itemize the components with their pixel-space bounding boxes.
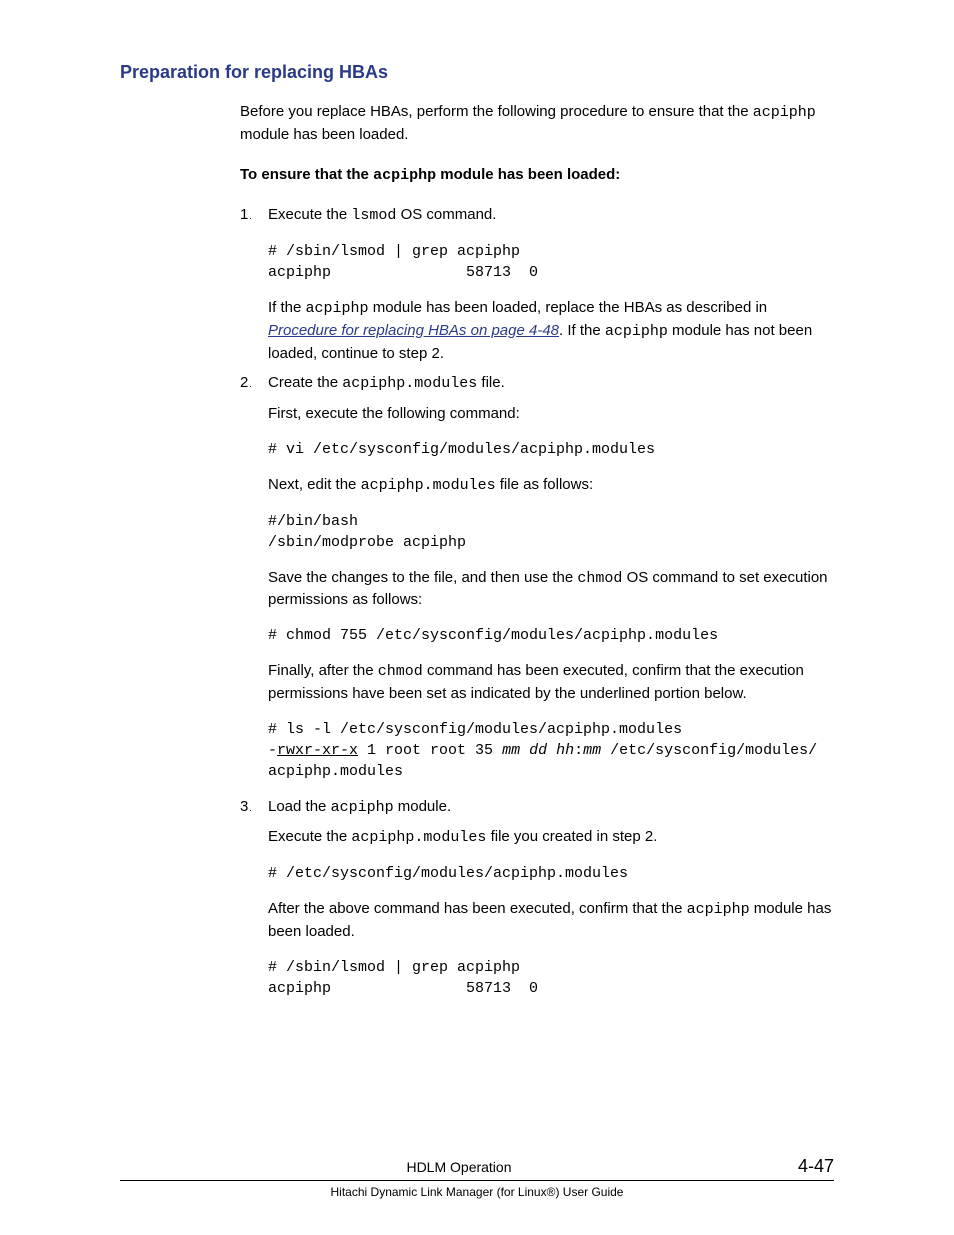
lsmod-code: lsmod: [351, 207, 396, 224]
acpiphp-code: acpiphp: [605, 323, 668, 340]
footer-center-title: HDLM Operation: [120, 1159, 798, 1175]
acpiphp-code: acpiphp: [331, 799, 394, 816]
ls-rest: /etc/sysconfig/modules/: [601, 742, 817, 759]
footer-line1: HDLM Operation 4-47: [120, 1156, 834, 1181]
step-number: 2: [240, 372, 252, 394]
content-block: Before you replace HBAs, perform the fol…: [120, 101, 834, 999]
sub-heading-post: module has been loaded:: [436, 166, 620, 183]
text: Execute the acpiphp.modules file you cre…: [268, 826, 834, 849]
ls-line3: acpiphp.modules: [268, 763, 403, 780]
text: Load the: [268, 798, 331, 815]
text: file.: [477, 374, 505, 391]
code-block: #/bin/bash /sbin/modprobe acpiphp: [268, 511, 834, 553]
modules-code: acpiphp.modules: [351, 829, 486, 846]
chmod-code: chmod: [378, 663, 423, 680]
text: Finally, after the chmod command has bee…: [268, 660, 834, 705]
text: file as follows:: [496, 476, 594, 493]
code-block: # /sbin/lsmod | grep acpiphp acpiphp 587…: [268, 957, 834, 999]
acpiphp-code: acpiphp: [687, 901, 750, 918]
text: OS command.: [396, 206, 496, 223]
acpiphp-code: acpiphp: [373, 167, 436, 184]
text: module has been loaded, replace the HBAs…: [369, 299, 768, 316]
text: Execute the: [268, 206, 351, 223]
step-number: 3: [240, 796, 252, 818]
text: Finally, after the: [268, 662, 378, 679]
chmod-code: chmod: [577, 570, 622, 587]
step-after: If the acpiphp module has been loaded, r…: [268, 297, 834, 364]
text: Save the changes to the file, and then u…: [268, 567, 834, 612]
step-1: 1 Execute the lsmod OS command. # /sbin/…: [240, 204, 834, 364]
footer-subtitle: Hitachi Dynamic Link Manager (for Linux®…: [120, 1181, 834, 1199]
step-3: 3 Load the acpiphp module. Execute the a…: [240, 796, 834, 999]
ls-date2: mm: [583, 742, 601, 759]
ls-line1: # ls -l /etc/sysconfig/modules/acpiphp.m…: [268, 721, 682, 738]
step-line: Execute the lsmod OS command.: [268, 204, 834, 227]
acpiphp-code: acpiphp: [306, 300, 369, 317]
steps-list: 1 Execute the lsmod OS command. # /sbin/…: [240, 204, 834, 998]
code-block: # vi /etc/sysconfig/modules/acpiphp.modu…: [268, 439, 834, 460]
text: . If the: [559, 322, 605, 339]
step-line: Create the acpiphp.modules file.: [268, 372, 834, 395]
code-block: # chmod 755 /etc/sysconfig/modules/acpip…: [268, 625, 834, 646]
text: Next, edit the acpiphp.modules file as f…: [268, 474, 834, 497]
text: Save the changes to the file, and then u…: [268, 569, 577, 586]
text: module.: [394, 798, 452, 815]
sub-heading: To ensure that the acpiphp module has be…: [240, 164, 834, 187]
intro-paragraph: Before you replace HBAs, perform the fol…: [240, 101, 834, 146]
footer-page-number: 4-47: [798, 1156, 834, 1177]
text: If the: [268, 299, 306, 316]
step-line: Load the acpiphp module.: [268, 796, 834, 819]
text: After the above command has been execute…: [268, 898, 834, 943]
ls-colon: :: [574, 742, 583, 759]
text: Create the: [268, 374, 342, 391]
sub-heading-pre: To ensure that the: [240, 166, 373, 183]
modules-code: acpiphp.modules: [342, 375, 477, 392]
ls-permissions: rwxr-xr-x: [277, 742, 358, 759]
text: Execute the: [268, 828, 351, 845]
intro-text-post: module has been loaded.: [240, 126, 408, 143]
modules-code: acpiphp.modules: [361, 477, 496, 494]
intro-text-pre: Before you replace HBAs, perform the fol…: [240, 103, 753, 120]
ls-mid: 1 root root 35: [358, 742, 502, 759]
text: After the above command has been execute…: [268, 900, 687, 917]
step-2: 2 Create the acpiphp.modules file. First…: [240, 372, 834, 781]
ls-dash: -: [268, 742, 277, 759]
cross-ref-link[interactable]: Procedure for replacing HBAs on page 4-4…: [268, 322, 559, 339]
code-block: # /etc/sysconfig/modules/acpiphp.modules: [268, 863, 834, 884]
text: Next, edit the: [268, 476, 361, 493]
step-number: 1: [240, 204, 252, 226]
ls-date1: mm dd hh: [502, 742, 574, 759]
acpiphp-code: acpiphp: [753, 104, 816, 121]
code-block: # /sbin/lsmod | grep acpiphp acpiphp 587…: [268, 241, 834, 283]
page-footer: HDLM Operation 4-47 Hitachi Dynamic Link…: [120, 1156, 834, 1199]
text: file you created in step 2.: [486, 828, 657, 845]
code-block-ls: # ls -l /etc/sysconfig/modules/acpiphp.m…: [268, 719, 834, 782]
section-title: Preparation for replacing HBAs: [120, 62, 834, 83]
text: First, execute the following command:: [268, 403, 834, 425]
page: Preparation for replacing HBAs Before yo…: [0, 0, 954, 1235]
